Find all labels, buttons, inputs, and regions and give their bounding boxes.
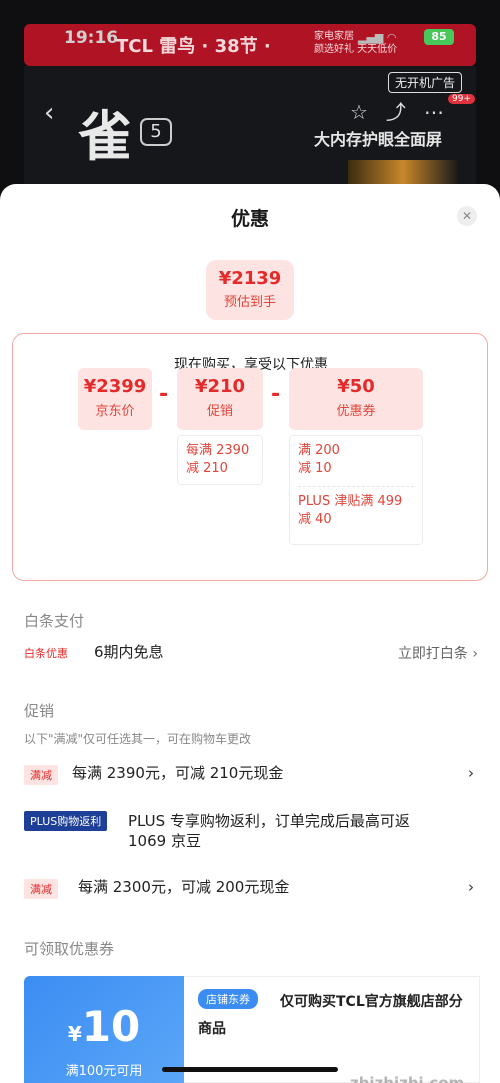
watermark: zhizhizhi.com [350,1074,465,1083]
promo-detail: 每满 2390 减 210 [177,435,263,485]
promo-label: 促销 [206,404,233,419]
wifi-icon: ▂▄▆ ◠ [358,31,397,44]
product-tagline: 大内存护眼全面屏 [314,130,443,149]
jd-price-label: 京东价 [95,404,135,419]
ad-brand: TCL 雷鸟 · 38节 · [116,36,271,57]
estimated-price: ¥2139 [218,268,282,289]
full-reduction-tag: 满减 [24,765,58,785]
baitiao-section-title: 白条支付 [24,612,85,630]
baitiao-text: 6期内免息 [94,643,164,661]
coupon-condition: 满100元可用 [65,1064,143,1079]
close-icon[interactable]: ✕ [457,206,477,226]
plus-rebate-tag: PLUS购物返利 [24,811,108,831]
background-product-page: TCL 雷鸟 · 38节 · 家电家居 颜选好礼 天天低价 19:16 ▂▄▆ … [0,0,500,200]
promo-card: ¥210 促销 [177,368,263,430]
coupons-section-title: 可领取优惠券 [24,940,115,958]
promotion-text: 每满 2300元，可减 200元现金 [78,878,290,896]
estimated-price-badge: ¥2139 预估到手 [206,260,294,320]
coupon-value-panel: ¥10 满100元可用 [24,976,184,1083]
baitiao-link[interactable]: 立即打白条 › [398,643,478,663]
home-indicator[interactable] [162,1067,338,1072]
estimated-price-label: 预估到手 [223,295,276,310]
baitiao-tag: 白条优惠 [24,643,68,663]
back-icon[interactable]: ‹ [44,98,54,128]
product-logo: 雀 [78,104,132,168]
minus-sign: - [271,382,281,407]
plus-rebate-text: PLUS 专享购物返利，订单完成后最高可返 1069 京豆 [128,812,410,850]
jd-price-amount: ¥2399 [83,376,147,397]
nav-action-icons[interactable]: ☆⤴⋯ [350,96,462,125]
coupon-value: ¥10 [67,1002,141,1051]
jd-price-card: ¥2399 京东价 [78,368,152,430]
message-badge: 99+ [448,94,475,104]
coupon-card: ¥50 优惠券 [289,368,423,430]
chevron-right-icon: › [468,878,474,896]
price-breakdown: 现在购买，享受以下优惠 ¥2399 京东价 - ¥210 促销 每满 2390 … [12,333,488,581]
sheet-title: 优惠 [230,208,269,230]
promo-amount: ¥210 [194,376,246,397]
minus-sign: - [159,382,169,407]
promotion-section-title: 促销 [24,702,55,720]
coupon-amount: ¥50 [337,376,375,397]
product-logo-number: 5 [140,118,172,146]
status-time: 19:16 [64,28,119,48]
full-reduction-tag: 满减 [24,879,58,899]
store-coupon-tag: 店铺东券 [198,989,258,1009]
no-ad-tag: 无开机广告 [388,72,463,93]
promotion-text: 每满 2390元，可减 210元现金 [72,764,284,782]
coupon-label: 优惠券 [336,404,376,419]
battery-icon: 85 [424,29,454,45]
discount-sheet: 优惠 ✕ ¥2139 预估到手 现在购买，享受以下优惠 ¥2399 京东价 - … [0,184,500,1083]
coupon-detail: 满 200 减 10 PLUS 津贴满 499 减 40 [289,435,423,545]
promotion-note: 以下"满减"仅可任选其一，可在购物车更改 [24,732,252,746]
chevron-right-icon: › [468,764,474,782]
